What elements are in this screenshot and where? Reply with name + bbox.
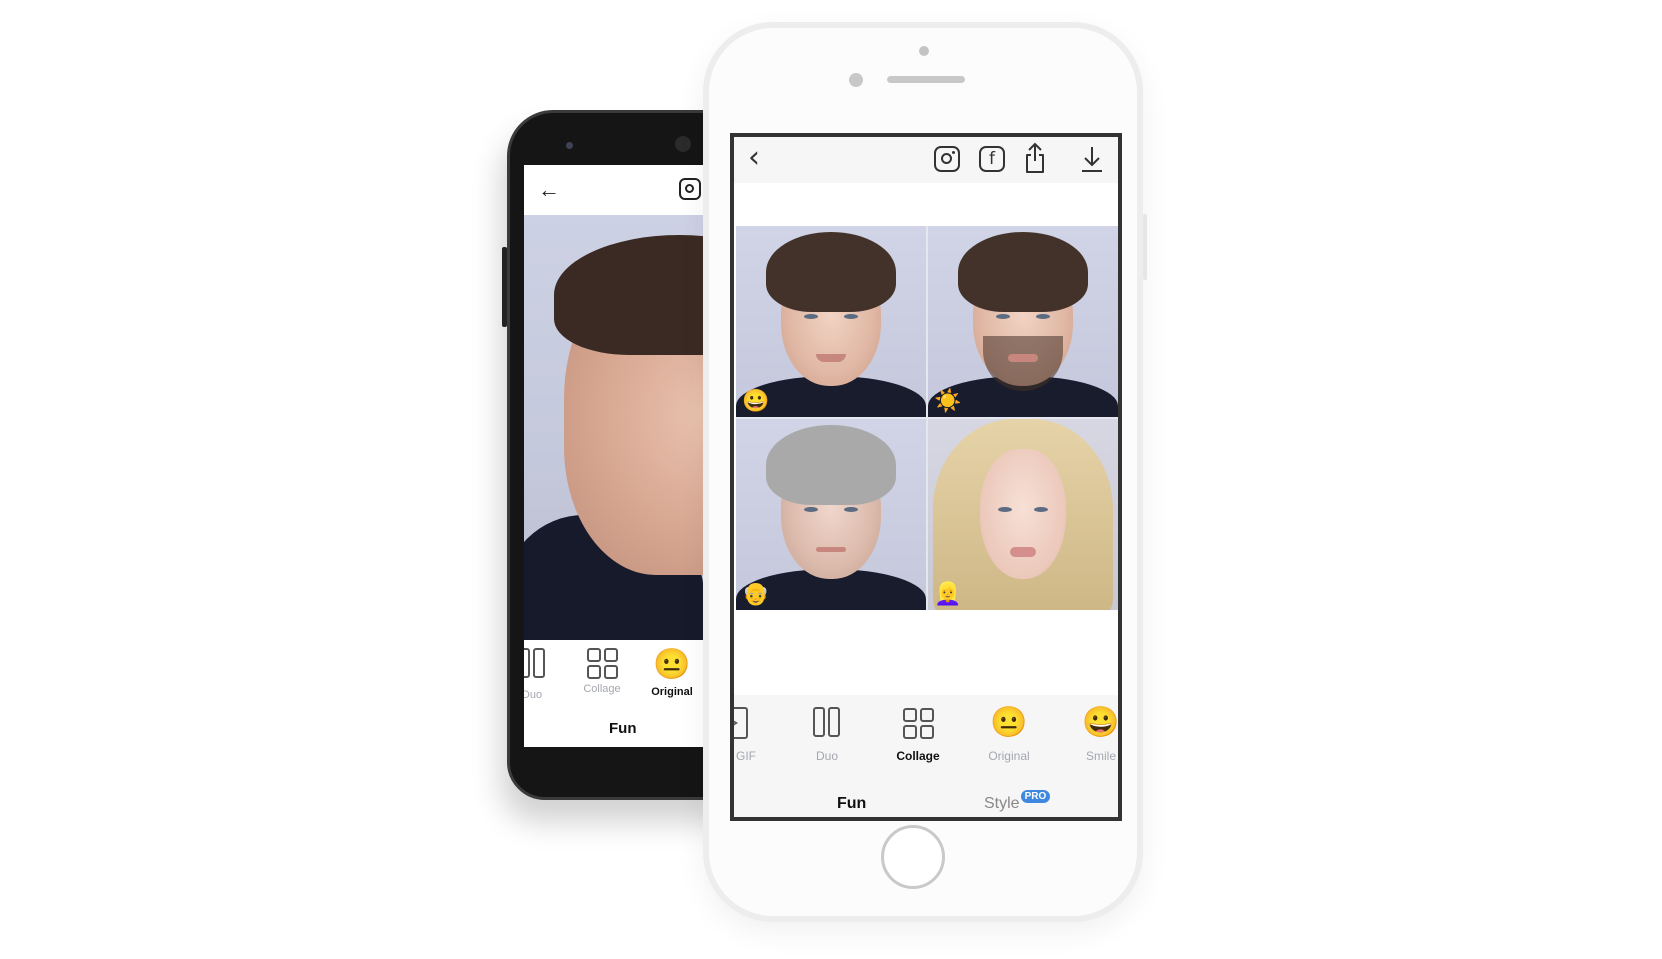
filter-label: Original [651,686,693,698]
proximity-sensor [919,46,929,56]
collage-icon [902,707,934,739]
filter-duo[interactable]: Duo [524,648,562,701]
filter-original[interactable]: 😐 Original [642,648,702,698]
filter-label: GIF [736,749,756,763]
tab-fun[interactable]: Fun [837,795,866,813]
filter-collage[interactable]: Collage [878,703,958,763]
instagram-icon[interactable] [934,146,960,172]
home-button[interactable] [881,825,945,889]
filter-collage[interactable]: Collage [572,648,632,695]
filter-label: Original [988,749,1030,763]
gif-icon [734,707,748,739]
sun-emoji-icon: ☀️ [934,388,962,413]
neutral-face-emoji-icon: 😐 [990,706,1028,739]
filter-smile[interactable]: 😀 Smile [1061,703,1120,763]
speaker-grille [675,136,691,152]
filter-label: Collage [583,683,621,695]
filter-label: Duo [815,749,838,763]
old-man-emoji-icon: 👴 [742,581,770,606]
filter-label: Duo [524,689,543,701]
filter-label: Smile [1085,749,1116,763]
duo-icon [812,707,842,739]
facebook-icon[interactable]: f [979,146,1005,172]
collage-cell-female[interactable]: 👱‍♀️ [928,419,1118,610]
collage-cell-hipster[interactable]: ☀️ [928,226,1118,417]
filter-toolbar: GIF Duo Collage 😐 Original 😀 Smile Fun S… [734,695,1118,817]
tab-fun[interactable]: Fun [609,720,637,737]
filter-duo[interactable]: Duo [787,703,867,763]
chevron-left-icon[interactable]: ‹ [748,143,760,173]
collage-cell-smile[interactable]: 😀 [736,226,926,417]
blonde-woman-emoji-icon: 👱‍♀️ [934,581,962,606]
front-camera [566,142,573,149]
filter-gif[interactable]: GIF [734,703,774,763]
collage-cell-old[interactable]: 👴 [736,419,926,610]
share-icon[interactable] [1023,142,1047,174]
earpiece-speaker [887,76,965,83]
side-button [1143,214,1147,280]
filter-label: Collage [896,749,940,763]
arrow-left-icon[interactable]: ← [538,177,560,203]
filter-original[interactable]: 😐 Original [969,703,1049,763]
iphone-screen: ‹ f 😀 ☀️ 👴 [730,133,1122,821]
neutral-face-emoji-icon: 😐 [653,648,691,681]
tab-style[interactable]: Style PRO [984,790,1051,813]
instagram-icon[interactable] [679,178,701,200]
download-icon[interactable] [1080,145,1104,173]
tab-style-label: Style [984,795,1020,812]
collage-icon [586,648,618,679]
front-camera [849,73,863,87]
side-button [502,247,507,327]
smile-emoji-icon: 😀 [1082,706,1120,739]
duo-icon [524,648,547,680]
collage-grid: 😀 ☀️ 👴 👱‍♀️ [736,226,1118,610]
grinning-emoji-icon: 😀 [742,388,770,413]
top-bar: ‹ f [734,137,1118,183]
pro-badge: PRO [1020,790,1051,803]
